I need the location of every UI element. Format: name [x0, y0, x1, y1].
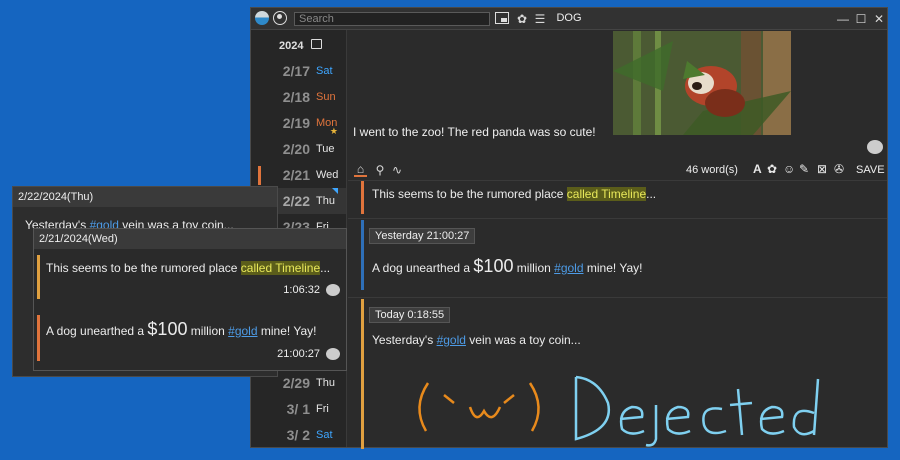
- palette-icon[interactable]: ✿: [514, 11, 530, 27]
- dog-face-icon: [326, 284, 340, 296]
- day-name: Sat: [316, 429, 333, 441]
- date-number: 2/17: [282, 63, 310, 79]
- date-row-2-18[interactable]: 2/18 Sun: [251, 84, 346, 110]
- calendar-icon[interactable]: [311, 39, 322, 49]
- menu-icon[interactable]: ☰: [532, 11, 548, 27]
- entry-time: 1:06:32: [283, 284, 320, 296]
- day-name: Sun: [316, 91, 336, 103]
- date-row-3-2[interactable]: 3/ 2 Sat: [251, 422, 346, 448]
- day-name: Thu: [316, 377, 335, 389]
- day-name: Tue: [316, 143, 335, 155]
- save-button[interactable]: SAVE: [856, 164, 885, 176]
- card-entry-text[interactable]: This seems to be the rumored place calle…: [46, 261, 330, 275]
- dog-face-icon: [867, 140, 883, 154]
- picture-in-picture-icon[interactable]: [495, 12, 509, 24]
- date-number: 2/21: [282, 167, 310, 183]
- gold-tag-link: #gold: [228, 324, 258, 338]
- search-icon[interactable]: ⚲: [372, 162, 388, 178]
- image-icon[interactable]: ⊠: [817, 162, 827, 176]
- entry-text[interactable]: A dog unearthed a $100 million #gold min…: [372, 256, 642, 277]
- highlighted-text: called Timeline: [240, 261, 321, 275]
- date-row-3-1[interactable]: 3/ 1 Fri: [251, 396, 346, 422]
- font-icon[interactable]: A: [753, 162, 762, 176]
- entry-area: I went to the zoo! The red panda was so …: [348, 30, 887, 449]
- date-number: 3/ 2: [286, 427, 310, 443]
- home-icon[interactable]: ⌂: [354, 162, 367, 177]
- timeline-entry[interactable]: Today 0:18:55 Yesterday's #gold vein was…: [348, 299, 887, 449]
- corner-marker: [332, 188, 338, 194]
- date-row-2-17[interactable]: 2/17 Sat: [251, 58, 346, 84]
- date-number: 2/22: [282, 193, 310, 209]
- handwriting-drawing: [418, 375, 820, 447]
- photo-caption[interactable]: I went to the zoo! The red panda was so …: [353, 125, 596, 139]
- entry-time: 21:00:27: [277, 348, 320, 360]
- wrench-icon[interactable]: ✇: [834, 162, 844, 176]
- chart-icon[interactable]: ∿: [389, 162, 405, 178]
- search-input[interactable]: Search: [294, 12, 490, 26]
- entry-timestamp: Yesterday 21:00:27: [369, 228, 476, 244]
- editor-toolbar: ⌂ ⚲ ∿ 46 word(s) A ✿ ☺ ✎ ⊠ ✇ SAVE: [348, 159, 887, 181]
- date-row-2-19[interactable]: 2/19 Mon ★: [251, 110, 346, 136]
- maximize-button[interactable]: ☐: [853, 11, 869, 27]
- entry-marker: [258, 166, 261, 185]
- date-number: 2/19: [282, 115, 310, 131]
- highlighted-text: called Timeline: [566, 187, 647, 201]
- card-header: 2/21/2024(Wed): [34, 229, 346, 249]
- date-number: 2/20: [282, 141, 310, 157]
- year-label[interactable]: 2024: [279, 40, 303, 52]
- entry-marker: [361, 181, 364, 214]
- date-number: 3/ 1: [286, 401, 310, 417]
- app-logo-icon[interactable]: [255, 11, 269, 25]
- red-panda-photo[interactable]: [613, 31, 791, 135]
- entry-text[interactable]: Yesterday's #gold vein was a toy coin...: [372, 333, 581, 347]
- timeline-entry[interactable]: Yesterday 21:00:27 A dog unearthed a $10…: [348, 220, 887, 298]
- word-count: 46 word(s): [686, 164, 738, 176]
- date-number: 2/18: [282, 89, 310, 105]
- date-number: 2/29: [282, 375, 310, 391]
- card-entry-text[interactable]: A dog unearthed a $100 million #gold min…: [46, 319, 316, 340]
- entry-marker: [361, 299, 364, 449]
- entry-marker: [37, 315, 40, 361]
- day-name: Fri: [316, 403, 329, 415]
- date-row-2-21[interactable]: 2/21 Wed: [251, 162, 346, 188]
- minimize-button[interactable]: —: [835, 11, 851, 27]
- palette-tool-icon[interactable]: ✿: [767, 162, 777, 176]
- entry-marker: [37, 255, 40, 299]
- gold-tag-link: #gold: [554, 261, 584, 275]
- entry-text[interactable]: This seems to be the rumored place calle…: [372, 187, 656, 201]
- day-name: Sat: [316, 65, 333, 77]
- close-button[interactable]: ✕: [871, 11, 887, 27]
- entry-timestamp: Today 0:18:55: [369, 307, 451, 323]
- entry-marker: [361, 220, 364, 290]
- emoji-icon[interactable]: ☺: [783, 162, 795, 176]
- dog-face-icon: [326, 348, 340, 360]
- gold-tag-link: #gold: [436, 333, 466, 347]
- user-icon[interactable]: [273, 11, 287, 25]
- day-preview-card-2-21[interactable]: 2/21/2024(Wed) This seems to be the rumo…: [33, 228, 347, 371]
- card-header: 2/22/2024(Thu): [13, 187, 277, 207]
- date-row-2-20[interactable]: 2/20 Tue: [251, 136, 346, 162]
- day-name: Thu: [316, 195, 335, 207]
- title-bar: Search ✿ ☰ DOG — ☐ ✕: [251, 8, 887, 30]
- day-name: Wed: [316, 169, 339, 181]
- pen-icon[interactable]: ✎: [799, 162, 809, 176]
- timeline-entry[interactable]: This seems to be the rumored place calle…: [348, 181, 887, 219]
